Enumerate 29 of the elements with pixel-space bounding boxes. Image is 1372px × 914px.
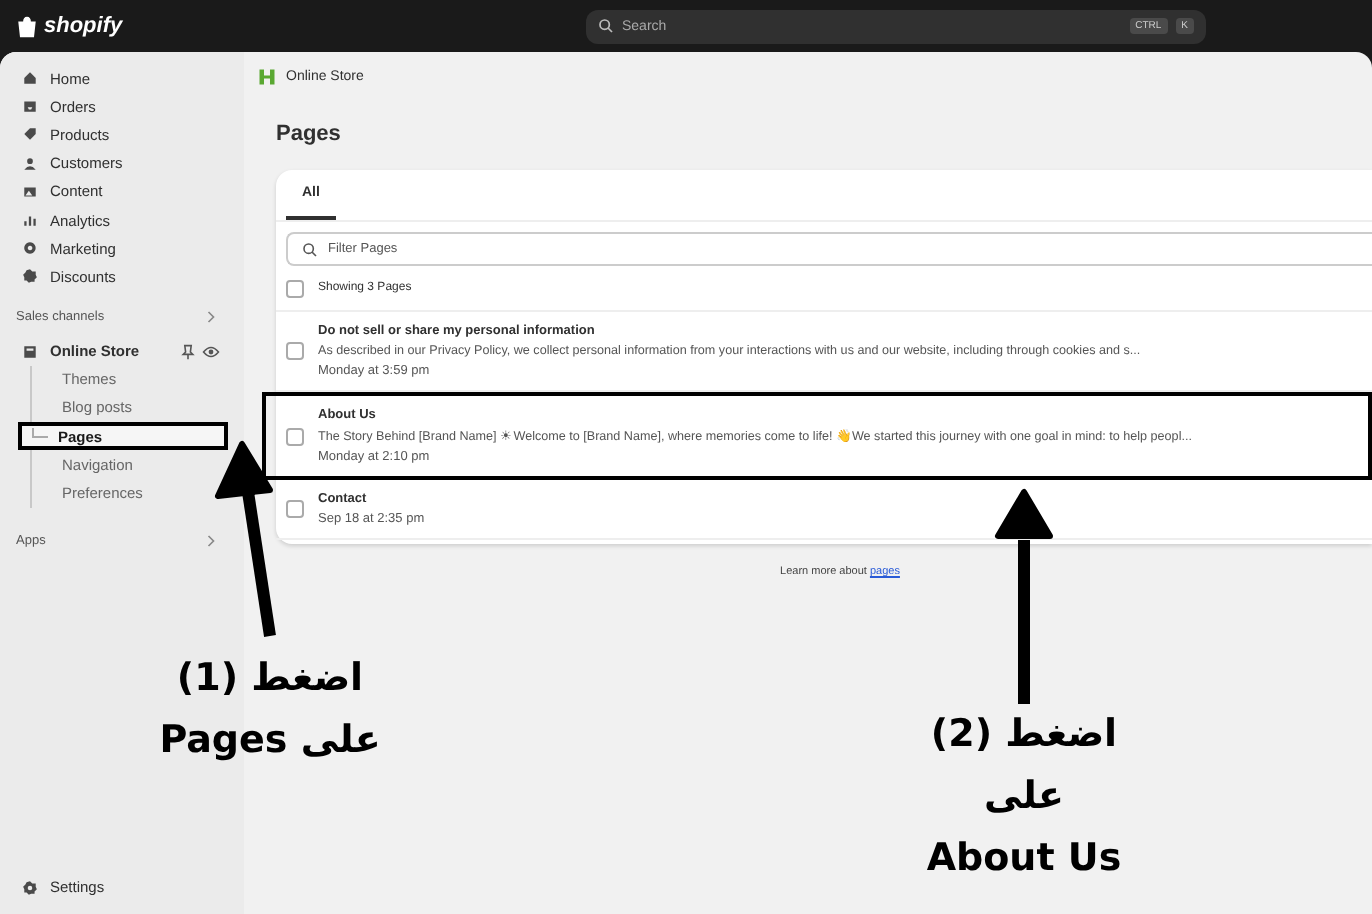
checkbox[interactable] [286,342,304,360]
pin-icon[interactable] [180,343,196,360]
eye-icon[interactable] [202,343,220,360]
callout-text: About Us [926,834,1122,884]
checkbox[interactable] [286,279,304,297]
nav-icon [22,183,38,200]
nav-icon [22,126,38,143]
logo-text: shopify [44,14,123,38]
callout-text: اضغط (2) [930,710,1118,760]
callout-text: على Pages [159,716,381,766]
store-icon [258,67,276,85]
nav-icon [22,155,38,172]
nav-icon [22,212,38,229]
nav-icon [22,268,38,285]
settings-icon [22,879,38,896]
page-title: Pages [276,122,343,146]
store-icon [22,343,38,360]
search-icon [302,241,318,257]
chevron-icon[interactable] [206,534,216,549]
nav-icon [22,70,38,87]
callout-text: اضغط (1) [176,654,364,704]
bag-icon [16,15,38,37]
checkbox[interactable] [286,500,304,518]
search-icon [598,18,614,34]
chevron-icon[interactable] [206,310,216,324]
checkbox[interactable] [286,427,304,445]
nav-icon [22,98,38,115]
nav-icon [22,240,38,257]
callout-text: على [984,772,1064,822]
